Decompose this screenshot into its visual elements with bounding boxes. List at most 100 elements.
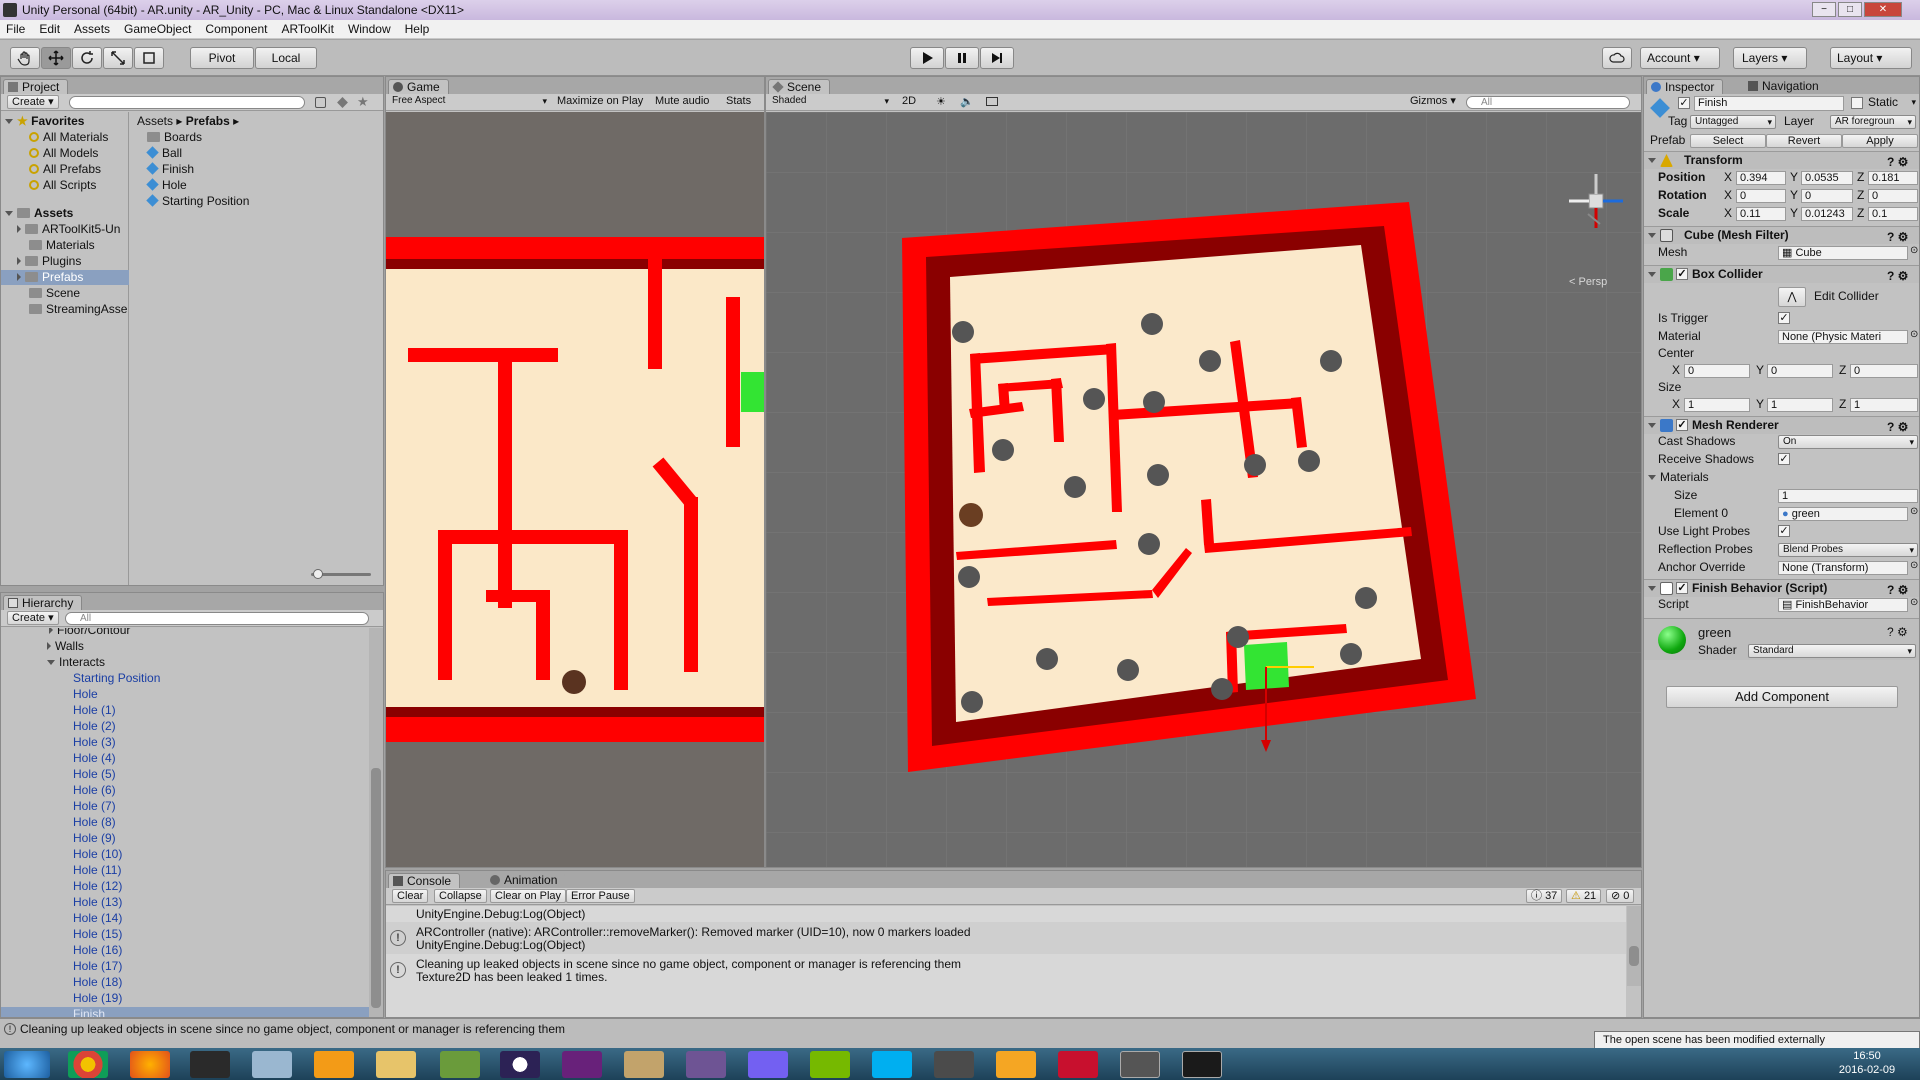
prefab-select-button[interactable]: Select (1690, 134, 1766, 148)
lighting-toggle-icon[interactable]: ☀ (936, 95, 946, 108)
size-y-field[interactable]: 1 (1767, 398, 1833, 412)
scene-search-input[interactable]: All (1466, 96, 1630, 109)
shader-dropdown[interactable]: Standard (1748, 644, 1916, 658)
tab-scene[interactable]: Scene (768, 79, 831, 94)
transform-header[interactable]: Transform ? ⚙ (1644, 151, 1919, 169)
hierarchy-item[interactable]: Hole (5) (73, 767, 116, 782)
calculator-icon[interactable] (252, 1051, 292, 1078)
asset-folder[interactable]: ARToolKit5-Un (17, 222, 120, 237)
cast-shadows-dropdown[interactable]: On (1778, 435, 1918, 449)
script-enabled-checkbox[interactable]: ✓ (1676, 582, 1688, 594)
game-viewport[interactable] (386, 112, 764, 867)
minimize-button[interactable]: − (1812, 2, 1836, 17)
nvidia-icon[interactable] (810, 1051, 850, 1078)
file-item[interactable]: Boards (147, 130, 202, 145)
scale-x-field[interactable]: 0.11 (1736, 207, 1786, 221)
mesh-renderer-enabled-checkbox[interactable]: ✓ (1676, 419, 1688, 431)
mute-audio-toggle[interactable]: Mute audio (651, 95, 713, 109)
scale-z-field[interactable]: 0.1 (1868, 207, 1918, 221)
favorite-item[interactable]: All Prefabs (29, 162, 101, 177)
position-x-field[interactable]: 0.394 (1736, 171, 1786, 185)
warning-count-toggle[interactable]: ⚠ 21 (1566, 889, 1602, 903)
hierarchy-item[interactable]: Hole (14) (73, 911, 122, 926)
prefab-apply-button[interactable]: Apply (1842, 134, 1918, 148)
asset-folder-selected[interactable]: Prefabs (1, 270, 129, 285)
scale-y-field[interactable]: 0.01243 (1801, 207, 1853, 221)
rect-tool-button[interactable] (134, 47, 164, 69)
rotation-x-field[interactable]: 0 (1736, 189, 1786, 203)
console-entry[interactable]: ! Cleaning up leaked objects in scene si… (386, 954, 1626, 986)
close-button[interactable]: ✕ (1864, 2, 1902, 17)
hierarchy-item[interactable]: Hole (19) (73, 991, 122, 1006)
mesh-field[interactable]: ▦ Cube (1778, 246, 1908, 260)
console-clear-button[interactable]: Clear (392, 889, 429, 903)
static-checkbox[interactable] (1851, 97, 1863, 109)
console-clear-on-play-button[interactable]: Clear on Play (490, 889, 567, 903)
stats-toggle[interactable]: Stats (722, 95, 755, 109)
size-z-field[interactable]: 1 (1850, 398, 1918, 412)
hierarchy-scrollbar[interactable] (369, 628, 383, 1017)
materials-size-field[interactable]: 1 (1778, 489, 1918, 503)
hierarchy-item[interactable]: Hole (17) (73, 959, 122, 974)
project-search-input[interactable] (69, 96, 305, 109)
effects-toggle-icon[interactable] (986, 97, 998, 106)
firefox-icon[interactable] (130, 1051, 170, 1078)
object-picker-icon[interactable]: ⊙ (1910, 560, 1918, 571)
file-item[interactable]: Starting Position (146, 194, 249, 209)
menu-assets[interactable]: Assets (74, 22, 110, 36)
hierarchy-search-input[interactable]: All (65, 612, 369, 625)
scene-viewport[interactable]: < Persp (766, 112, 1641, 867)
shading-mode-dropdown[interactable]: Shaded (768, 95, 892, 109)
breadcrumb-prefabs[interactable]: Prefabs (186, 114, 230, 128)
hierarchy-item[interactable]: Hole (13) (73, 895, 122, 910)
slider-handle[interactable] (313, 569, 323, 579)
status-message[interactable]: Cleaning up leaked objects in scene sinc… (20, 1022, 565, 1036)
center-y-field[interactable]: 0 (1767, 364, 1833, 378)
hierarchy-item[interactable]: Hole (16) (73, 943, 122, 958)
tab-animation[interactable]: Animation (486, 873, 566, 888)
step-button[interactable] (980, 47, 1014, 69)
project-create-button[interactable]: Create ▾ (7, 95, 59, 109)
pause-button[interactable] (945, 47, 979, 69)
move-tool-button[interactable] (41, 47, 71, 69)
system-tray-icons[interactable] (1350, 1056, 1770, 1072)
asus-icon[interactable] (190, 1051, 230, 1078)
hierarchy-item[interactable]: Hole (10) (73, 847, 122, 862)
hierarchy-item[interactable]: Hole (1) (73, 703, 116, 718)
component-settings-gear-icon[interactable]: ? ⚙ (1887, 582, 1917, 597)
component-settings-gear-icon[interactable]: ? ⚙ (1887, 419, 1917, 434)
layers-dropdown[interactable]: Layers ▾ (1733, 47, 1807, 69)
hierarchy-create-button[interactable]: Create ▾ (7, 611, 59, 625)
scroll-thumb[interactable] (371, 768, 381, 1008)
edit-collider-button[interactable]: ⋀ (1778, 287, 1806, 307)
object-name-field[interactable]: Finish (1694, 96, 1844, 111)
scene-gizmos-dropdown[interactable]: Gizmos ▾ (1406, 95, 1460, 109)
2d-toggle[interactable]: 2D (898, 95, 920, 109)
viber-icon[interactable] (748, 1051, 788, 1078)
favorite-item[interactable]: All Materials (29, 130, 108, 145)
favorite-star-icon[interactable]: ★ (357, 94, 369, 110)
object-picker-icon[interactable]: ⊙ (1910, 329, 1918, 340)
console-collapse-button[interactable]: Collapse (434, 889, 487, 903)
center-x-field[interactable]: 0 (1684, 364, 1750, 378)
favorites-header[interactable]: ★ Favorites (5, 114, 84, 129)
menu-artoolkit[interactable]: ARToolKit (281, 22, 333, 36)
file-item[interactable]: Hole (146, 178, 187, 193)
r-studio-icon[interactable] (1182, 1051, 1222, 1078)
tab-project[interactable]: Project (3, 79, 69, 94)
light-probes-checkbox[interactable]: ✓ (1778, 525, 1790, 537)
assets-header[interactable]: Assets (5, 206, 73, 221)
hierarchy-item[interactable]: Interacts (47, 655, 105, 670)
script-field[interactable]: ▤ FinishBehavior (1778, 598, 1908, 612)
center-z-field[interactable]: 0 (1850, 364, 1918, 378)
favorite-item[interactable]: All Models (29, 146, 98, 161)
favorite-item[interactable]: All Scripts (29, 178, 96, 193)
outlook-icon[interactable] (314, 1051, 354, 1078)
persp-label[interactable]: < Persp (1569, 276, 1607, 288)
file-item[interactable]: Ball (146, 146, 182, 161)
eclipse-icon[interactable] (500, 1051, 540, 1078)
minecraft-icon[interactable] (440, 1051, 480, 1078)
local-toggle[interactable]: Local (255, 47, 317, 69)
menu-gameobject[interactable]: GameObject (124, 22, 191, 36)
chrome-icon[interactable] (68, 1051, 108, 1078)
